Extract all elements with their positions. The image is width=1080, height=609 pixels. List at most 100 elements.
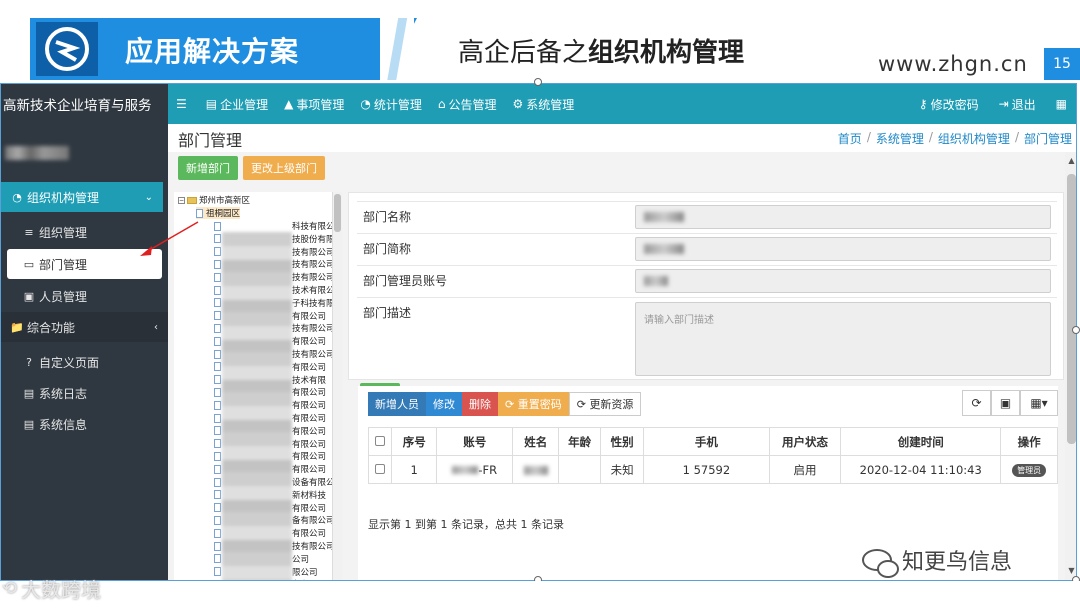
scroll-thumb[interactable] [1067, 174, 1076, 444]
dept-desc-field[interactable]: 请输入部门描述 [635, 302, 1051, 376]
tree-node-label: 技有限公司 [292, 273, 335, 284]
admin-badge[interactable]: 管理员 [1012, 464, 1047, 477]
nav-label: 企业管理 [220, 97, 269, 112]
tree-node-label: 有限公司 [292, 388, 327, 399]
tree-node-label: 有限公司 [292, 311, 327, 322]
table-view-tools: ⟳ ▣ ▦▾ [962, 390, 1058, 416]
update-resources-button[interactable]: ⟳ 更新资源 [568, 392, 642, 416]
reset-password-button[interactable]: ⟳ 重置密码 [498, 392, 569, 416]
columns-menu-icon[interactable]: ▦▾ [1020, 390, 1058, 416]
dept-name-field[interactable] [635, 205, 1051, 229]
table-header-row: 序号 账号 姓名 年龄 性别 手机 用户状态 创建时间 操作 [367, 427, 1058, 456]
tree-node-label: 技术有限 [292, 375, 327, 386]
col-name[interactable]: 姓名 [512, 427, 560, 456]
sidebar-item-label: 组织管理 [39, 225, 88, 240]
document-icon [214, 490, 221, 500]
page-actions: 新增部门 更改上级部门 [178, 156, 330, 180]
refresh-table-icon[interactable]: ⟳ [962, 390, 991, 416]
sidebar-item-dept-manage[interactable]: ▭ 部门管理 [7, 249, 162, 279]
change-password-link[interactable]: ⚷ 修改密码 [919, 96, 979, 113]
resize-handle [1072, 326, 1080, 334]
scroll-up-icon[interactable]: ▲ [1065, 156, 1076, 168]
gear-icon: ⚙ [512, 97, 524, 111]
cell-index: 1 [391, 455, 438, 484]
col-status[interactable]: 用户状态 [768, 427, 842, 456]
dept-short-field[interactable] [635, 237, 1051, 261]
tree-root[interactable]: − 郑州市高新区 [178, 194, 250, 206]
sidebar-item-custom-page[interactable]: ? 自定义页面 [1, 347, 168, 377]
tree-node-label: 有限公司 [292, 452, 327, 463]
department-form: 部门名称 部门简称 部门管理员账号 部门描述 请输入部门描述 [348, 192, 1064, 380]
tree-node-selected[interactable]: 祖桐园区 [196, 207, 241, 219]
sidebar: ◔ 组织机构管理 ⌄ ≡ 组织管理 ▭ 部门管理 ▣ 人员管理 📁 综合功能 ‹ [1, 124, 168, 580]
col-account[interactable]: 账号 [436, 427, 514, 456]
nav-label: 修改密码 [930, 97, 979, 112]
document-icon [214, 234, 221, 244]
col-age[interactable]: 年龄 [558, 427, 602, 456]
sidebar-item-label: 部门管理 [39, 257, 88, 272]
col-gender[interactable]: 性别 [600, 427, 645, 456]
collapse-icon[interactable]: − [178, 196, 185, 204]
sidebar-item-system-log[interactable]: ▤ 系统日志 [1, 378, 168, 408]
dept-admin-field[interactable] [635, 269, 1051, 293]
nav-system[interactable]: ⚙ 系统管理 [513, 96, 575, 113]
sidebar-item-label: 人员管理 [39, 289, 88, 304]
table-row[interactable]: 1 -FR 未知 1 57592 启用 2020-12-04 11:10:43 … [367, 455, 1058, 484]
document-icon [214, 375, 221, 385]
document-icon [214, 451, 221, 461]
delete-button[interactable]: 删除 [462, 392, 498, 416]
row-checkbox[interactable] [367, 455, 393, 484]
sidebar-group-general[interactable]: 📁 综合功能 ‹ [1, 312, 168, 342]
sidebar-item-org-manage[interactable]: ≡ 组织管理 [1, 217, 168, 247]
edit-button[interactable]: 修改 [426, 392, 462, 416]
breadcrumb-system[interactable]: 系统管理 [876, 130, 924, 147]
change-parent-button[interactable]: 更改上级部门 [243, 156, 325, 180]
document-icon [214, 362, 221, 372]
breadcrumb-dept[interactable]: 部门管理 [1024, 130, 1072, 147]
sidebar-item-system-info[interactable]: ▤ 系统信息 [1, 409, 168, 439]
tree-node-label: 技术有限公 [292, 286, 335, 296]
cell-gender: 未知 [600, 455, 645, 484]
tree-node-label: 有限公司 [292, 503, 327, 514]
cell-action: 管理员 [1000, 455, 1058, 484]
document-icon [214, 554, 221, 564]
col-index[interactable]: 序号 [391, 427, 438, 456]
cell-account-text: -FR [478, 462, 498, 477]
add-staff-button[interactable]: 新增人员 [368, 392, 426, 416]
tree-scrollbar[interactable] [332, 192, 342, 580]
sidebar-group-org[interactable]: ◔ 组织机构管理 ⌄ [1, 182, 163, 212]
document-icon [214, 285, 221, 295]
tree-node-label: 有限公司 [292, 414, 327, 424]
breadcrumb-org[interactable]: 组织机构管理 [938, 130, 1010, 147]
nav-announcements[interactable]: ⌂ 公告管理 [438, 96, 497, 113]
banner-stripe [380, 18, 414, 80]
toggle-view-icon[interactable]: ▣ [991, 390, 1020, 416]
sidebar-item-staff-manage[interactable]: ▣ 人员管理 [1, 281, 168, 311]
tree-node[interactable]: 科技有限公司 [214, 220, 342, 232]
grid-icon: ▦ [1055, 97, 1067, 111]
add-department-button[interactable]: 新增部门 [178, 156, 238, 180]
dept-admin-label: 部门管理员账号 [363, 274, 448, 288]
col-phone[interactable]: 手机 [643, 427, 770, 456]
page-scrollbar[interactable]: ▲ ▼ [1065, 152, 1076, 580]
page-title: 部门管理 [178, 131, 243, 150]
col-created[interactable]: 创建时间 [840, 427, 1002, 456]
wechat-icon [862, 549, 899, 578]
breadcrumb-home[interactable]: 首页 [838, 130, 862, 147]
nav-enterprise[interactable]: ▤ 企业管理 [206, 96, 268, 113]
slide-title: 高企后备之组织机构管理 [458, 32, 744, 69]
document-icon [214, 400, 221, 410]
tree-node-label: 技有限公司 [292, 350, 335, 360]
document-icon [214, 259, 221, 269]
logout-link[interactable]: ⇥ 退出 [999, 96, 1036, 113]
nav-matters[interactable]: ▲ 事项管理 [284, 96, 344, 113]
tree-node-label: 新材料技 [292, 490, 327, 501]
menu-toggle-button[interactable]: ☰ [176, 97, 190, 111]
nav-statistics[interactable]: ◔ 统计管理 [360, 96, 422, 113]
area-chart-icon: ▲ [284, 97, 294, 111]
banner-title: 应用解决方案 [125, 35, 300, 68]
document-icon [214, 528, 221, 538]
select-all-checkbox[interactable] [367, 427, 393, 456]
tree-node-label: 有限公司 [292, 362, 327, 373]
grid-menu-button[interactable]: ▦ [1056, 97, 1070, 111]
